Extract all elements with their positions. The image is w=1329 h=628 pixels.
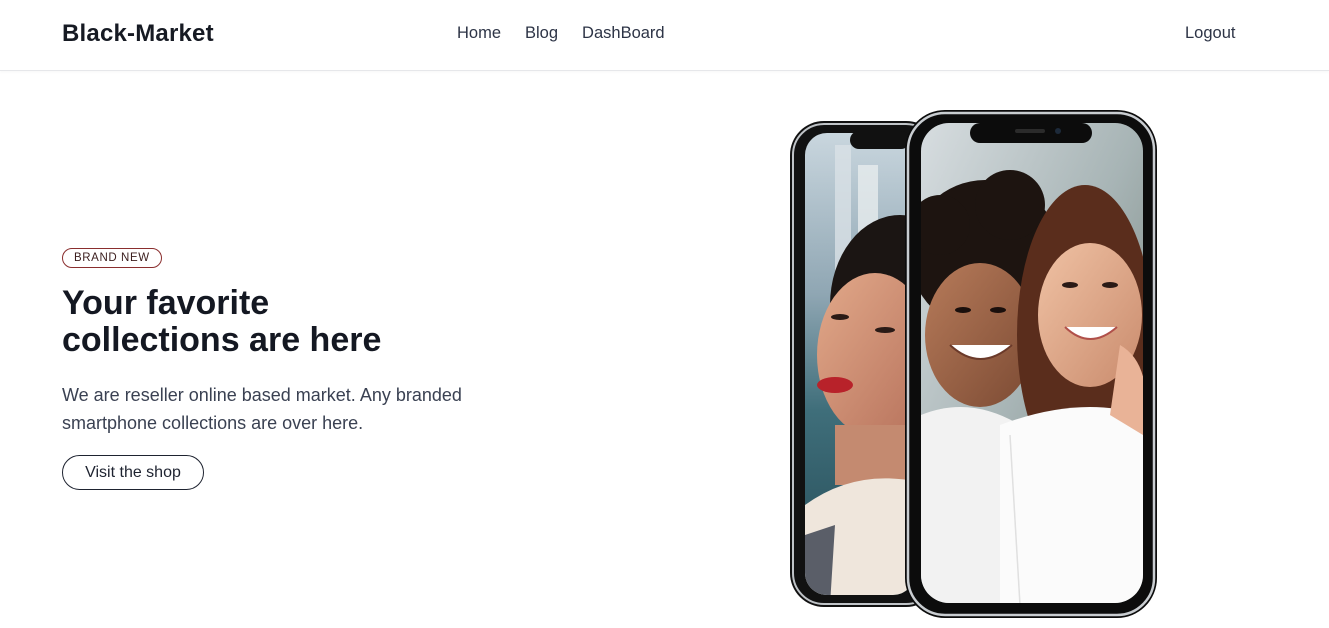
logout-link[interactable]: Logout — [1185, 24, 1235, 43]
front-phone — [905, 110, 1157, 618]
visit-shop-button[interactable]: Visit the shop — [62, 455, 204, 490]
navbar: Black-Market Home Blog DashBoard Logout — [0, 0, 1329, 71]
hero-headline: Your favorite collections are here — [62, 285, 482, 359]
headline-line-1: Your favorite — [62, 284, 270, 322]
description-line-1: We are reseller online based market. Any… — [62, 385, 462, 405]
nav-link-dashboard[interactable]: DashBoard — [582, 24, 665, 43]
description-line-2: smartphone collections are over here. — [62, 413, 364, 433]
hero-description: We are reseller online based market. Any… — [62, 381, 492, 437]
hero-phones-image — [780, 105, 1170, 625]
headline-line-2: collections are here — [62, 321, 382, 359]
brand-new-badge: BRAND NEW — [62, 248, 162, 268]
main-nav: Home Blog DashBoard — [457, 24, 689, 43]
brand-logo[interactable]: Black-Market — [62, 20, 214, 48]
nav-link-blog[interactable]: Blog — [525, 24, 558, 43]
nav-link-home[interactable]: Home — [457, 24, 501, 43]
